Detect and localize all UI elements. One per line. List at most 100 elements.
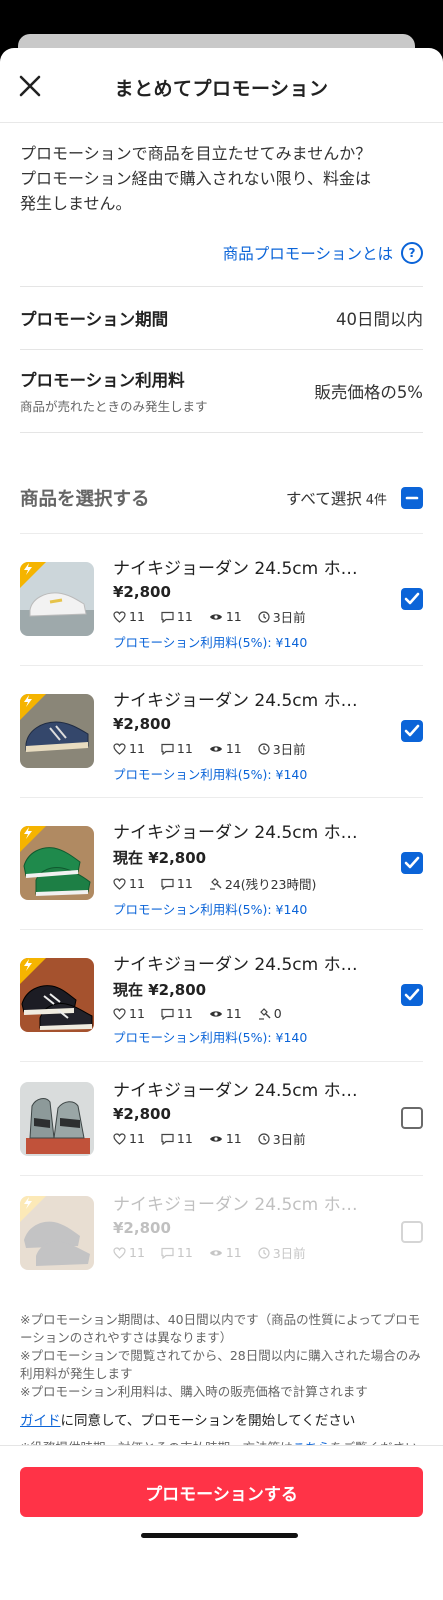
item-stats: 11 11 11 3日前 [113,1129,375,1148]
item-promo-fee: プロモーション利用料(5%): ¥140 [113,767,308,782]
comment-count: 11 [176,1245,193,1260]
item-thumbnail [20,1082,94,1156]
intro-text: プロモーションで商品を目立たせてみませんか？ プロモーション経由で購入されない限… [20,144,372,213]
promotion-period-row: プロモーション期間 40日間以内 [20,286,423,349]
like-count: 11 [129,876,145,891]
item-price: ¥2,800 [113,1219,171,1237]
select-title: 商品を選択する [20,489,150,510]
item-name: ナイキジョーダン 24.5cm ホ… [113,823,358,843]
item-promo-fee: プロモーション利用料(5%): ¥140 [113,1030,308,1045]
item-thumbnail [20,826,94,900]
selected-count: 4件 [365,492,387,508]
bid-count: 0 [273,1006,282,1021]
clock-icon [258,610,270,623]
comment-icon [161,878,174,890]
item-stats: 11 11 24(残り23時間) [113,874,375,893]
comment-count: 11 [176,876,193,891]
heart-icon [113,1007,126,1020]
listed-time: 3日前 [272,610,306,625]
like-count: 11 [129,1131,145,1146]
item-thumbnail [20,958,94,1032]
item-stats: 11 11 11 3日前 [113,739,375,758]
comment-icon [161,1008,174,1020]
heart-icon [113,610,126,623]
item-name: ナイキジョーダン 24.5cm ホ… [113,691,358,711]
comment-count: 11 [176,741,193,756]
gavel-icon [209,878,222,890]
eye-icon [209,1010,222,1017]
item-thumbnail [20,694,94,768]
like-count: 11 [129,1006,145,1021]
question-circle-icon: ? [401,242,423,264]
comment-icon [161,1133,174,1145]
guide-link[interactable]: ガイド [20,1413,61,1429]
heart-icon [113,742,126,755]
listed-time: 3日前 [272,1132,306,1147]
comment-count: 11 [176,1006,193,1021]
minus-icon [405,496,419,500]
listed-time: 3日前 [272,742,306,757]
notes: ※プロモーション期間は、40日間以内です（商品の性質によってプロモーションのされ… [0,1289,443,1401]
bottom-bar: プロモーションする [0,1445,443,1600]
like-count: 11 [129,609,145,624]
comment-icon [161,1247,174,1259]
about-promotion-label: 商品プロモーションとは [222,245,393,263]
gavel-icon [258,1008,271,1020]
check-icon [404,856,420,869]
heart-icon [113,1132,126,1145]
item-checkbox[interactable] [401,1107,423,1129]
select-all-checkbox[interactable] [401,487,423,509]
period-label: プロモーション期間 [20,310,169,329]
view-count: 11 [225,609,242,624]
item-stats: 11 11 11 3日前 [113,607,375,626]
comment-icon [161,743,174,755]
view-count: 11 [225,1006,242,1021]
check-icon [404,592,420,605]
like-count: 11 [129,741,145,756]
item-checkbox[interactable] [401,984,423,1006]
item-checkbox[interactable] [401,720,423,742]
item-name: ナイキジョーダン 24.5cm ホ… [113,955,358,975]
sheet-title: まとめてプロモーション [114,78,329,100]
eye-icon [209,1135,222,1142]
list-item[interactable]: ナイキジョーダン 24.5cm ホ… 現在 ¥2,800 11 11 11 0 … [20,930,423,1062]
note-fee-calc: ※プロモーション利用料は、購入時の販売価格で計算されます [20,1384,368,1399]
heart-icon [113,877,126,890]
start-promotion-button[interactable]: プロモーションする [20,1467,423,1517]
item-checkbox[interactable] [401,852,423,874]
list-item[interactable]: ナイキジョーダン 24.5cm ホ… ¥2,800 11 11 11 3日前 プ… [20,534,423,666]
list-item[interactable]: ナイキジョーダン 24.5cm ホ… 現在 ¥2,800 11 11 24(残り… [20,798,423,930]
item-thumbnail [20,562,94,636]
heart-icon [113,1246,126,1259]
about-promotion-link[interactable]: 商品プロモーションとは ? [0,216,443,268]
item-name: ナイキジョーダン 24.5cm ホ… [113,1195,358,1215]
select-header: 商品を選択する すべて選択 4件 [20,463,423,534]
clock-icon [258,1246,270,1259]
item-thumbnail [20,1196,94,1270]
list-item-disabled: ナイキジョーダン 24.5cm ホ… ¥2,800 11 11 11 3日前 [20,1176,423,1289]
home-indicator [141,1533,298,1538]
listed-time: 3日前 [272,1246,306,1261]
note-period: ※プロモーション期間は、40日間以内です（商品の性質によってプロモーションのされ… [20,1312,421,1345]
list-item[interactable]: ナイキジョーダン 24.5cm ホ… ¥2,800 11 11 11 3日前 [20,1062,423,1176]
bolt-icon [24,1197,32,1209]
item-stats: 11 11 11 3日前 [113,1243,375,1262]
period-value: 40日間以内 [336,310,423,329]
clock-icon [258,1132,270,1145]
item-promo-fee: プロモーション利用料(5%): ¥140 [113,902,308,917]
check-icon [404,724,420,737]
item-price: 現在 ¥2,800 [113,981,207,999]
item-price: ¥2,800 [113,1105,171,1123]
fee-value: 販売価格の5% [314,383,423,402]
bolt-icon [24,563,32,575]
list-item[interactable]: ナイキジョーダン 24.5cm ホ… ¥2,800 11 11 11 3日前 プ… [20,666,423,798]
item-promo-fee: プロモーション利用料(5%): ¥140 [113,635,308,650]
select-all-toggle[interactable]: すべて選択 4件 [286,487,423,509]
bolt-icon [24,695,32,707]
item-checkbox[interactable] [401,588,423,610]
comment-count: 11 [176,609,193,624]
check-icon [404,988,420,1001]
view-count: 11 [225,1131,242,1146]
fee-sub: 商品が売れたときのみ発生します [20,399,208,414]
item-price: 現在 ¥2,800 [113,849,207,867]
